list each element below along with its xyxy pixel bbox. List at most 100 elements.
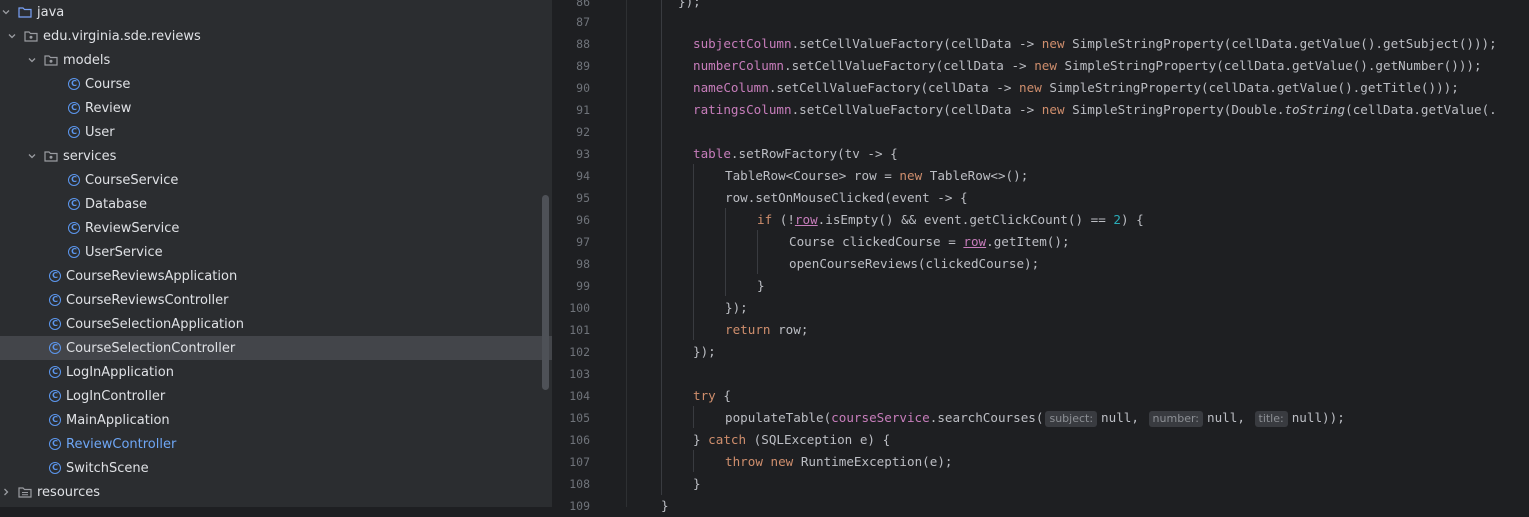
chevron-down-icon[interactable] xyxy=(26,151,38,161)
class-icon: C xyxy=(49,438,61,450)
line-number: 93 xyxy=(576,147,590,161)
class-icon: C xyxy=(49,270,61,282)
project-tree: java edu.virginia.sde.reviews models C C… xyxy=(0,0,552,507)
tree-item-label: edu.virginia.sde.reviews xyxy=(43,28,201,44)
code-line[interactable]: }); xyxy=(725,297,748,319)
code-line[interactable]: nameColumn.setCellValueFactory(cellData … xyxy=(693,77,1459,99)
code-line[interactable]: row.setOnMouseClicked(event -> { xyxy=(725,187,968,209)
code-line[interactable]: } catch (SQLException e) { xyxy=(693,429,890,451)
line-number: 92 xyxy=(576,125,590,139)
package-icon xyxy=(44,55,58,66)
class-icon: C xyxy=(49,366,61,378)
class-icon: C xyxy=(49,294,61,306)
line-number: 104 xyxy=(569,389,590,403)
tree-item-label: CourseSelectionController xyxy=(66,340,236,356)
indent-guide xyxy=(693,450,694,472)
code-line[interactable]: TableRow<Course> row = new TableRow<>(); xyxy=(725,165,1028,187)
tree-item-course-service[interactable]: C CourseService xyxy=(0,168,552,192)
tree-item-login-application[interactable]: C LogInApplication xyxy=(0,360,552,384)
code-line[interactable]: populateTable(courseService.searchCourse… xyxy=(725,407,1345,429)
chevron-down-icon[interactable] xyxy=(26,55,38,65)
tree-item-review-controller[interactable]: C ReviewController xyxy=(0,432,552,456)
tree-item-review-service[interactable]: C ReviewService xyxy=(0,216,552,240)
class-icon: C xyxy=(68,222,80,234)
line-number: 109 xyxy=(569,499,590,513)
line-number: 97 xyxy=(576,235,590,249)
code-line[interactable]: try { xyxy=(693,385,731,407)
tree-item-label: LogInApplication xyxy=(66,364,174,380)
class-icon: C xyxy=(68,78,80,90)
code-line[interactable]: }); xyxy=(693,341,716,363)
code-line[interactable]: }); xyxy=(678,0,701,13)
package-icon xyxy=(44,151,58,162)
tree-item-label: models xyxy=(63,52,111,68)
line-number: 101 xyxy=(569,323,590,337)
tree-item-label: services xyxy=(63,148,117,164)
tree-item-course-reviews-application[interactable]: C CourseReviewsApplication xyxy=(0,264,552,288)
tree-item-login-controller[interactable]: C LogInController xyxy=(0,384,552,408)
tree-item-label: Database xyxy=(85,196,148,212)
code-line[interactable]: subjectColumn.setCellValueFactory(cellDa… xyxy=(693,33,1497,55)
tree-item-user[interactable]: C User xyxy=(0,120,552,144)
line-number: 98 xyxy=(576,257,590,271)
tree-item-switch-scene[interactable]: C SwitchScene xyxy=(0,456,552,480)
class-icon: C xyxy=(68,198,80,210)
folder-icon xyxy=(18,7,32,18)
code-line[interactable]: numberColumn.setCellValueFactory(cellDat… xyxy=(693,55,1482,77)
line-number: 106 xyxy=(569,433,590,447)
indent-guide xyxy=(693,164,694,340)
tree-item-database[interactable]: C Database xyxy=(0,192,552,216)
line-number: 95 xyxy=(576,191,590,205)
tree-item-services[interactable]: services xyxy=(0,144,552,168)
code-line[interactable]: } xyxy=(661,495,669,517)
class-icon: C xyxy=(68,102,80,114)
tree-item-label: CourseReviewsController xyxy=(66,292,229,308)
code-line[interactable]: Course clickedCourse = row.getItem(); xyxy=(789,231,1070,253)
code-line[interactable]: } xyxy=(757,275,765,297)
class-icon: C xyxy=(68,246,80,258)
tree-item-course[interactable]: C Course xyxy=(0,72,552,96)
tree-item-course-selection-controller[interactable]: C CourseSelectionController xyxy=(0,336,552,360)
tree-scrollbar[interactable] xyxy=(542,195,549,390)
line-number: 87 xyxy=(576,15,590,29)
tree-item-label: CourseReviewsApplication xyxy=(66,268,238,284)
tree-item-label: resources xyxy=(37,484,101,500)
parameter-hint: number: xyxy=(1148,411,1203,427)
line-number: 100 xyxy=(569,301,590,315)
tree-item-course-reviews-controller[interactable]: C CourseReviewsController xyxy=(0,288,552,312)
tree-item-course-selection-application[interactable]: C CourseSelectionApplication xyxy=(0,312,552,336)
chevron-down-icon[interactable] xyxy=(0,7,12,17)
code-line[interactable]: return row; xyxy=(725,319,808,341)
tree-item-label: ReviewController xyxy=(66,436,177,452)
tree-item-label: java xyxy=(37,4,65,20)
tree-item-main-application[interactable]: C MainApplication xyxy=(0,408,552,432)
tree-item-label: MainApplication xyxy=(66,412,170,428)
package-icon xyxy=(24,31,38,42)
class-icon: C xyxy=(49,462,61,474)
code-line[interactable]: throw new RuntimeException(e); xyxy=(725,451,953,473)
line-number: 90 xyxy=(576,81,590,95)
class-icon: C xyxy=(68,126,80,138)
tree-item-user-service[interactable]: C UserService xyxy=(0,240,552,264)
chevron-right-icon[interactable] xyxy=(0,487,12,497)
code-line[interactable]: } xyxy=(693,473,701,495)
code-line[interactable]: table.setRowFactory(tv -> { xyxy=(693,143,898,165)
tree-item-resources[interactable]: resources xyxy=(0,480,540,504)
tree-item-label: UserService xyxy=(85,244,163,260)
parameter-hint: subject: xyxy=(1045,411,1098,427)
tree-item-label: Course xyxy=(85,76,131,92)
code-line[interactable]: ratingsColumn.setCellValueFactory(cellDa… xyxy=(693,99,1497,121)
tree-item-label: SwitchScene xyxy=(66,460,149,476)
tree-item-java[interactable]: java xyxy=(0,0,540,24)
tree-item-review[interactable]: C Review xyxy=(0,96,552,120)
class-icon: C xyxy=(49,390,61,402)
line-number: 88 xyxy=(576,37,590,51)
chevron-down-icon[interactable] xyxy=(6,31,18,41)
code-line[interactable]: openCourseReviews(clickedCourse); xyxy=(789,253,1039,275)
code-line[interactable]: if (!row.isEmpty() && event.getClickCoun… xyxy=(757,209,1144,231)
line-number: 102 xyxy=(569,345,590,359)
parameter-hint: title: xyxy=(1254,411,1288,427)
tree-item-label: ReviewService xyxy=(85,220,180,236)
tree-item-package-root[interactable]: edu.virginia.sde.reviews xyxy=(0,24,546,48)
tree-item-models[interactable]: models xyxy=(0,48,552,72)
